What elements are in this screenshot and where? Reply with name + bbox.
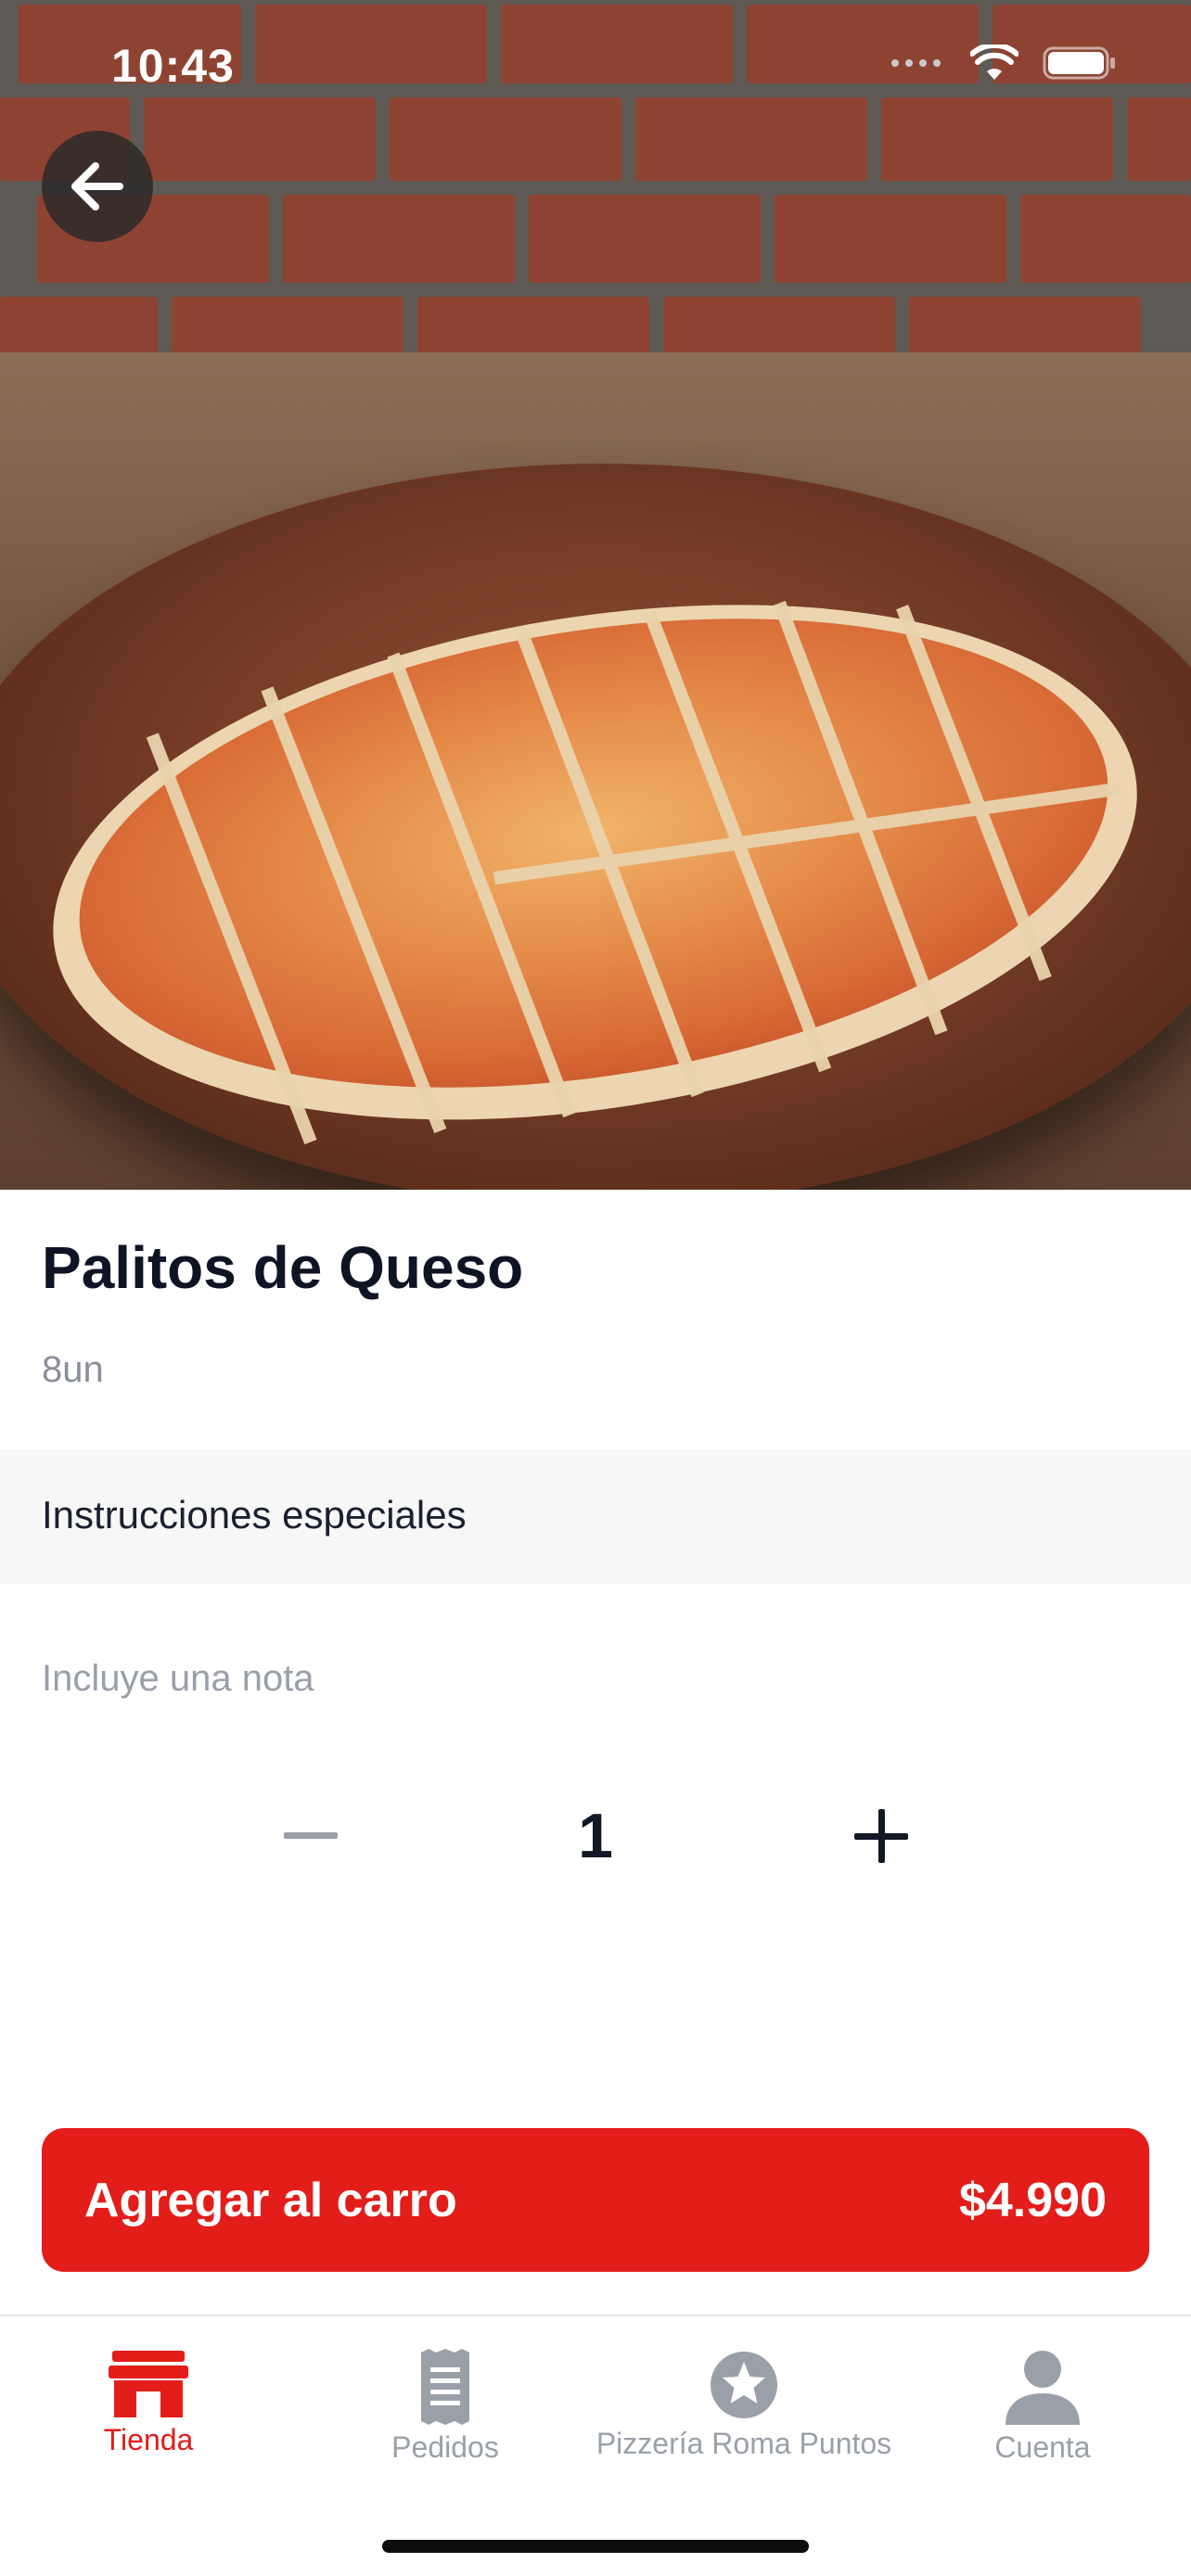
store-icon — [109, 2351, 188, 2417]
signal-icon — [891, 59, 941, 67]
special-instructions-title: Instrucciones especiales — [42, 1493, 467, 1537]
quantity-value: 1 — [578, 1801, 613, 1871]
add-to-cart-button[interactable]: Agregar al carro $4.990 — [42, 2128, 1149, 2272]
tab-pedidos[interactable]: Pedidos — [371, 2349, 519, 2465]
star-badge-icon — [711, 2352, 777, 2418]
arrow-left-icon — [71, 162, 123, 210]
tab-label-puntos: Pizzería Roma Puntos — [596, 2427, 892, 2460]
note-input[interactable] — [42, 1651, 1149, 1706]
tab-tienda[interactable]: Tienda — [93, 2349, 204, 2457]
quantity-stepper: 1 — [0, 1771, 1191, 1882]
add-to-cart-label: Agregar al carro — [84, 2173, 457, 2227]
increase-quantity-button[interactable] — [835, 1790, 928, 1882]
tab-label-cuenta: Cuenta — [994, 2430, 1091, 2464]
status-time: 10:43 — [111, 40, 235, 92]
decrease-quantity-button[interactable] — [264, 1790, 357, 1882]
home-indicator[interactable] — [382, 2540, 809, 2553]
tab-label-pedidos: Pedidos — [391, 2430, 499, 2464]
product-image — [0, 0, 1191, 1190]
tab-label-tienda: Tienda — [103, 2423, 194, 2456]
tab-pizzeria-roma-puntos[interactable]: Pizzería Roma Puntos — [586, 2349, 902, 2461]
status-bar: 10:43 — [0, 0, 1191, 130]
tab-cuenta[interactable]: Cuenta — [968, 2349, 1117, 2465]
battery-icon — [1043, 46, 1115, 80]
minus-icon — [284, 1832, 338, 1839]
receipt-icon — [421, 2349, 469, 2425]
bottom-tab-bar: Tienda Pedidos Pizzería Roma Puntos Cuen… — [0, 2315, 1191, 2576]
back-button[interactable] — [42, 131, 153, 242]
plus-icon — [854, 1809, 908, 1863]
product-subtitle: 8un — [42, 1349, 104, 1390]
wifi-icon — [970, 45, 1018, 80]
status-icons — [890, 45, 1117, 82]
person-icon — [1005, 2351, 1080, 2425]
product-title: Palitos de Queso — [42, 1234, 524, 1301]
add-to-cart-price: $4.990 — [958, 2173, 1107, 2227]
